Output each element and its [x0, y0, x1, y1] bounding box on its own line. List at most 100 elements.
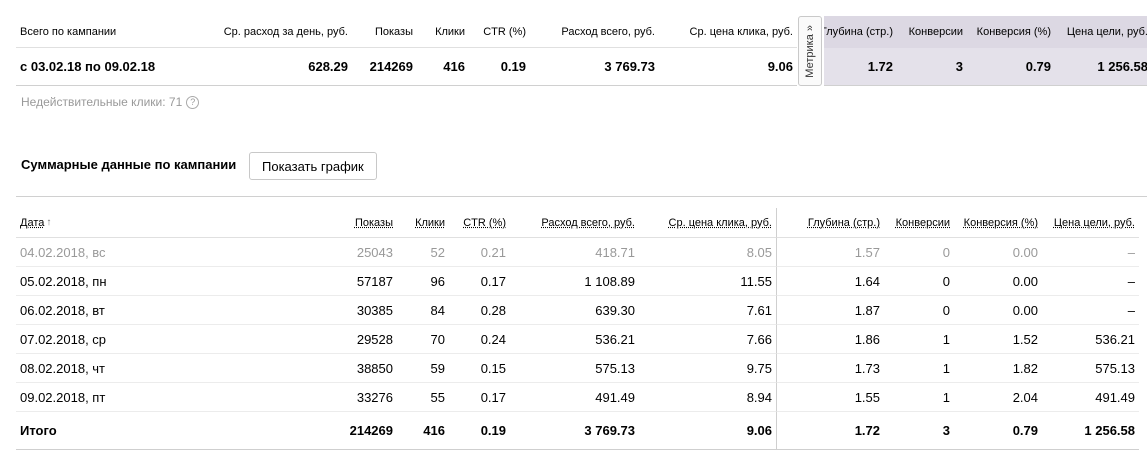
table-row-conversion-rate: 2.04 [954, 383, 1042, 412]
col-header-avg-cpc-label[interactable]: Ср. цена клика, руб. [669, 217, 772, 229]
col-header-clicks-label[interactable]: Клики [415, 217, 445, 229]
table-row-impressions: 29528 [332, 325, 397, 354]
table-row-date: 09.02.2018, пт [16, 383, 332, 412]
col-header-conversion-rate-label[interactable]: Конверсия (%) [964, 217, 1038, 229]
total-row-goal-cost: 1 256.58 [1042, 412, 1139, 450]
total-row-clicks: 416 [397, 412, 449, 450]
col-header-ctr: CTR (%) [469, 16, 530, 48]
table-row-goal-cost: 491.49 [1042, 383, 1139, 412]
table-row-conversions: 0 [884, 267, 954, 296]
col-header-date[interactable]: Дата ↑ [16, 208, 332, 238]
summary-ctr: 0.19 [469, 48, 530, 86]
table-row-depth: 1.55 [777, 383, 884, 412]
table-row-date: 07.02.2018, ср [16, 325, 332, 354]
table-row-conversions: 0 [884, 238, 954, 267]
table-row-depth: 1.73 [777, 354, 884, 383]
table-row-impressions: 38850 [332, 354, 397, 383]
metrika-tab-container: Метрика » [797, 16, 824, 86]
col-header-date-label[interactable]: Дата [20, 217, 44, 229]
total-row-depth: 1.72 [777, 412, 884, 450]
table-row-ctr: 0.21 [449, 238, 510, 267]
col-header-total: Всего по кампании [16, 16, 198, 48]
table-row-date: 05.02.2018, пн [16, 267, 332, 296]
table-row-conversion-rate: 1.82 [954, 354, 1042, 383]
col-header-depth-label[interactable]: Глубина (стр.) [808, 217, 880, 229]
total-row-date: Итого [16, 412, 332, 450]
table-row-ctr: 0.17 [449, 267, 510, 296]
table-row-total-spend: 491.49 [510, 383, 639, 412]
table-row-ctr: 0.15 [449, 354, 510, 383]
col-header-conversion-rate[interactable]: Конверсия (%) [954, 208, 1042, 238]
table-row-conversion-rate: 1.52 [954, 325, 1042, 354]
table-row-conversion-rate: 0.00 [954, 296, 1042, 325]
table-row-ctr: 0.24 [449, 325, 510, 354]
col-header-total-spend-label[interactable]: Расход всего, руб. [541, 217, 635, 229]
table-row-depth: 1.57 [777, 238, 884, 267]
table-row-depth: 1.87 [777, 296, 884, 325]
col-header-total-spend[interactable]: Расход всего, руб. [510, 208, 639, 238]
total-row-conversions: 3 [884, 412, 954, 450]
summary-conversion-rate: 0.79 [967, 48, 1055, 86]
col-header-goal-cost[interactable]: Цена цели, руб. [1042, 208, 1139, 238]
table-row-impressions: 30385 [332, 296, 397, 325]
table-row-conversion-rate: 0.00 [954, 267, 1042, 296]
col-header-clicks: Клики [417, 16, 469, 48]
table-row-clicks: 96 [397, 267, 449, 296]
show-graph-button[interactable]: Показать график [249, 152, 377, 180]
col-header-impressions: Показы [352, 16, 417, 48]
col-header-avg-cpc[interactable]: Ср. цена клика, руб. [639, 208, 777, 238]
table-row-total-spend: 418.71 [510, 238, 639, 267]
col-header-ctr-label[interactable]: CTR (%) [463, 217, 506, 229]
invalid-clicks: Недействительные клики: 71 ? [21, 95, 200, 109]
sort-arrow-icon: ↑ [46, 217, 52, 228]
table-row-conversions: 0 [884, 296, 954, 325]
table-row-clicks: 84 [397, 296, 449, 325]
col-header-goal-cost-label[interactable]: Цена цели, руб. [1054, 217, 1135, 229]
table-row-impressions: 25043 [332, 238, 397, 267]
total-row-avg-cpc: 9.06 [639, 412, 777, 450]
table-row-avg-cpc: 9.75 [639, 354, 777, 383]
table-row-conversions: 1 [884, 383, 954, 412]
table-row-clicks: 59 [397, 354, 449, 383]
col-header-impressions[interactable]: Показы [332, 208, 397, 238]
summary-goal-cost: 1 256.58 [1055, 48, 1147, 86]
table-row-ctr: 0.17 [449, 383, 510, 412]
section-title: Суммарные данные по кампании [21, 157, 237, 172]
table-row-total-spend: 639.30 [510, 296, 639, 325]
total-row-total-spend: 3 769.73 [510, 412, 639, 450]
total-row-conversion-rate: 0.79 [954, 412, 1042, 450]
table-row-impressions: 57187 [332, 267, 397, 296]
table-row-impressions: 33276 [332, 383, 397, 412]
col-header-ctr[interactable]: CTR (%) [449, 208, 510, 238]
summary-depth: 1.72 [824, 48, 897, 86]
section-divider [16, 196, 1147, 197]
table-row-total-spend: 575.13 [510, 354, 639, 383]
summary-clicks: 416 [417, 48, 469, 86]
table-row-depth: 1.86 [777, 325, 884, 354]
col-header-conversions-label[interactable]: Конверсии [896, 217, 950, 229]
table-row-clicks: 52 [397, 238, 449, 267]
table-row-avg-cpc: 7.61 [639, 296, 777, 325]
summary-impressions: 214269 [352, 48, 417, 86]
question-icon[interactable]: ? [186, 95, 200, 109]
col-header-conversions: Конверсии [897, 16, 967, 48]
col-header-conversion-rate: Конверсия (%) [967, 16, 1055, 48]
table-row-goal-cost: – [1042, 296, 1139, 325]
col-header-avg-cpc: Ср. цена клика, руб. [659, 16, 797, 48]
summary-avg-cpc: 9.06 [659, 48, 797, 86]
summary-period: с 03.02.18 по 09.02.18 [16, 48, 198, 86]
col-header-impressions-label[interactable]: Показы [355, 217, 393, 229]
col-header-clicks[interactable]: Клики [397, 208, 449, 238]
table-row-goal-cost: – [1042, 238, 1139, 267]
total-row-ctr: 0.19 [449, 412, 510, 450]
table-row-avg-cpc: 11.55 [639, 267, 777, 296]
table-row-conversions: 1 [884, 325, 954, 354]
metrika-toggle-tab[interactable]: Метрика » [798, 16, 822, 86]
table-row-goal-cost: 575.13 [1042, 354, 1139, 383]
col-header-depth[interactable]: Глубина (стр.) [777, 208, 884, 238]
col-header-conversions[interactable]: Конверсии [884, 208, 954, 238]
summary-avg-daily-spend: 628.29 [198, 48, 352, 86]
table-row-date: 06.02.2018, вт [16, 296, 332, 325]
table-row-depth: 1.64 [777, 267, 884, 296]
table-row-total-spend: 536.21 [510, 325, 639, 354]
